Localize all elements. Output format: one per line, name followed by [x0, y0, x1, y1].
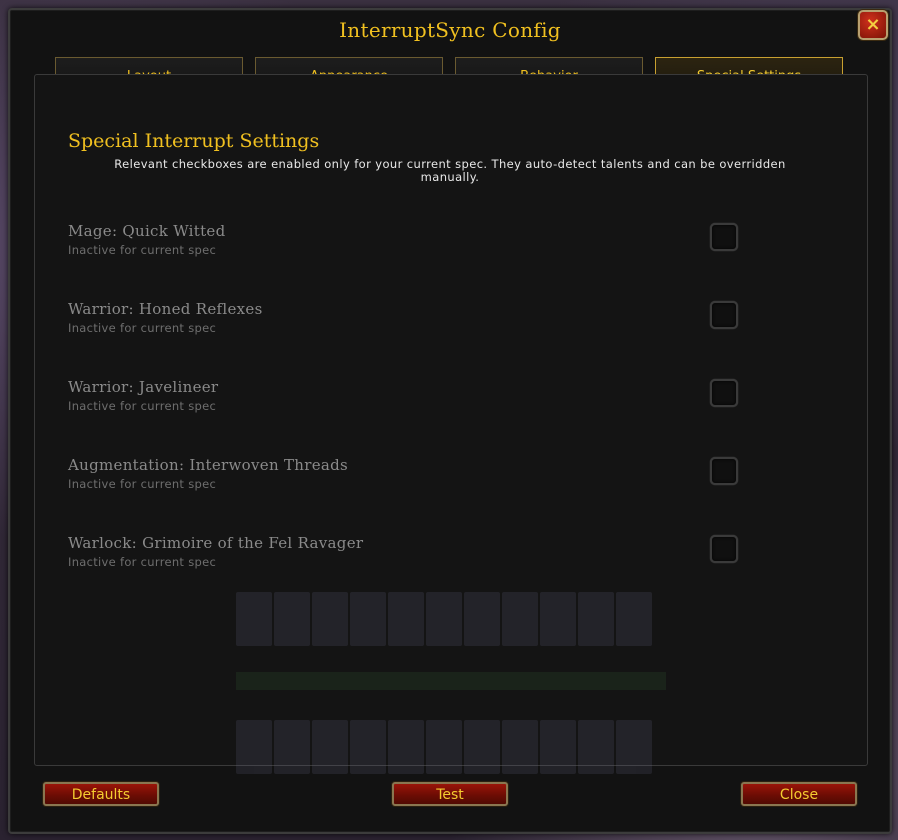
setting-warrior-honed-reflexes: Warrior: Honed Reflexes Inactive for cur… — [68, 300, 748, 335]
checkbox-warrior-honed-reflexes[interactable] — [710, 301, 738, 329]
checkbox-warlock-grimoire-fel-ravager[interactable] — [710, 535, 738, 563]
checkbox-mage-quick-witted[interactable] — [710, 223, 738, 251]
window-title: InterruptSync Config — [339, 18, 561, 42]
defaults-button[interactable]: Defaults — [43, 782, 159, 806]
setting-status: Inactive for current spec — [68, 321, 217, 335]
checkbox-warrior-javelineer[interactable] — [710, 379, 738, 407]
setting-status: Inactive for current spec — [68, 243, 217, 257]
setting-label: Mage: Quick Witted — [68, 222, 226, 240]
setting-warlock-grimoire-fel-ravager: Warlock: Grimoire of the Fel Ravager Ina… — [68, 534, 748, 569]
close-icon[interactable]: × — [858, 10, 888, 40]
setting-mage-quick-witted: Mage: Quick Witted Inactive for current … — [68, 222, 748, 257]
setting-label: Augmentation: Interwoven Threads — [68, 456, 349, 474]
setting-warrior-javelineer: Warrior: Javelineer Inactive for current… — [68, 378, 748, 413]
background-game-ui — [236, 592, 666, 774]
test-button[interactable]: Test — [392, 782, 508, 806]
setting-label: Warrior: Javelineer — [68, 378, 219, 396]
setting-label: Warlock: Grimoire of the Fel Ravager — [68, 534, 364, 552]
config-window: InterruptSync Config × Layout Appearance… — [8, 8, 892, 834]
setting-status: Inactive for current spec — [68, 399, 217, 413]
section-title: Special Interrupt Settings — [68, 130, 320, 152]
section-description: Relevant checkboxes are enabled only for… — [114, 157, 786, 184]
setting-label: Warrior: Honed Reflexes — [68, 300, 263, 318]
checkbox-augmentation-interwoven-threads[interactable] — [710, 457, 738, 485]
setting-status: Inactive for current spec — [68, 477, 217, 491]
close-button[interactable]: Close — [741, 782, 857, 806]
setting-status: Inactive for current spec — [68, 555, 217, 569]
setting-augmentation-interwoven-threads: Augmentation: Interwoven Threads Inactiv… — [68, 456, 748, 491]
